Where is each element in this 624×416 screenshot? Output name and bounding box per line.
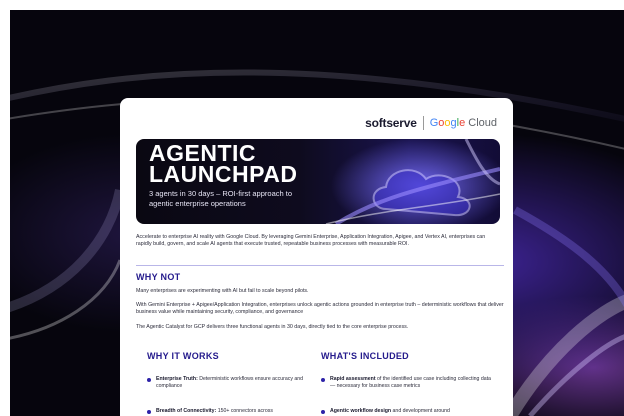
list-item: Rapid assessment of the identified use c… bbox=[321, 376, 491, 391]
brand-bar: softserve Google Cloud bbox=[365, 116, 497, 130]
document-card: softserve Google Cloud AGENTIC LAUNCHPAD… bbox=[120, 98, 513, 416]
bullet-icon bbox=[321, 409, 325, 414]
intro-paragraph: Accelerate to enterprise AI reality with… bbox=[136, 234, 486, 248]
bullet-icon bbox=[147, 409, 151, 414]
google-cloud-logo: Google Cloud bbox=[429, 117, 497, 129]
whats-included-heading: WHAT'S INCLUDED bbox=[321, 351, 409, 361]
list-item: Enterprise Truth: Deterministic workflow… bbox=[147, 376, 312, 391]
bullet-icon bbox=[147, 377, 151, 382]
why-not-paragraph-3: The Agentic Catalyst for GCP delivers th… bbox=[136, 324, 409, 330]
why-not-heading: WHY NOT bbox=[136, 272, 181, 282]
section-divider bbox=[136, 265, 504, 266]
why-not-paragraph-1: Many enterprises are experimenting with … bbox=[136, 288, 309, 294]
page-title: AGENTIC LAUNCHPAD bbox=[149, 140, 298, 187]
softserve-logo: softserve bbox=[365, 116, 417, 130]
list-item: Breadth of Connectivity: 150+ connectors… bbox=[147, 408, 312, 415]
bullet-icon bbox=[321, 377, 325, 382]
why-it-works-heading: WHY IT WORKS bbox=[147, 351, 219, 361]
why-not-paragraph-2: With Gemini Enterprise + Apigee/Applicat… bbox=[136, 302, 504, 316]
hero-banner: AGENTIC LAUNCHPAD 3 agents in 30 days – … bbox=[136, 139, 500, 224]
brand-divider bbox=[422, 116, 424, 130]
page-subtitle: 3 agents in 30 days – ROI-first approach… bbox=[149, 189, 292, 208]
list-item: Agentic workflow design and development … bbox=[321, 408, 491, 415]
